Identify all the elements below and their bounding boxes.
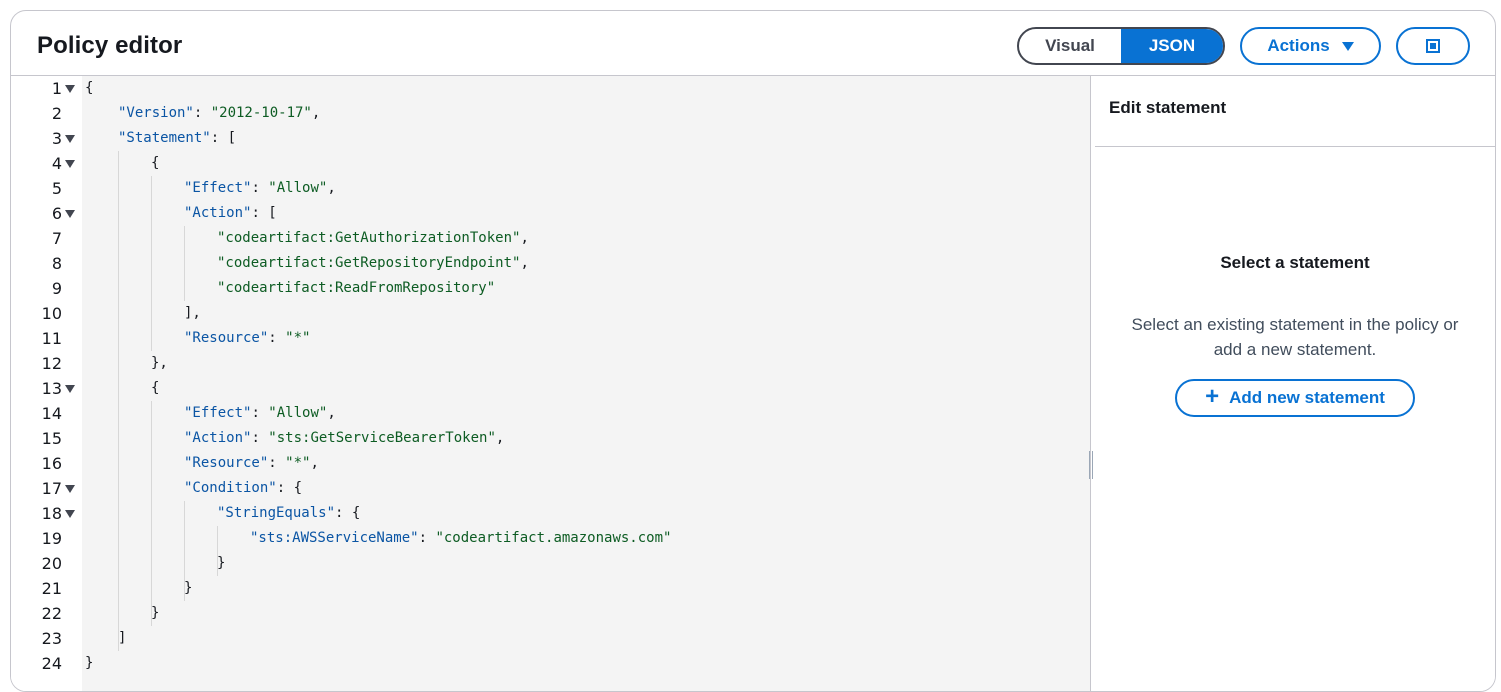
code-line: 15 "Action": "sts:GetServiceBearerToken"… (11, 426, 1090, 451)
line-number: 19 (41, 529, 62, 548)
line-number: 12 (41, 354, 62, 373)
line-number: 5 (51, 179, 62, 198)
code-text: "codeartifact:GetRepositoryEndpoint", (217, 255, 529, 271)
code-line: 12 }, (11, 351, 1090, 376)
panel-title: Edit statement (1109, 98, 1227, 117)
code-text: ], (184, 305, 201, 321)
code-line: 14 "Effect": "Allow", (11, 401, 1090, 426)
fold-toggle-icon[interactable] (65, 510, 75, 518)
code-line: 16 "Resource": "*", (11, 451, 1090, 476)
plus-icon: + (1205, 383, 1220, 410)
code-line: 24 } (11, 651, 1090, 676)
code-line: 9 "codeartifact:ReadFromRepository" (11, 276, 1090, 301)
code-line: 19 "sts:AWSServiceName": "codeartifact.a… (11, 526, 1090, 551)
fold-toggle-icon[interactable] (65, 85, 75, 93)
fullscreen-icon (1426, 39, 1440, 53)
code-line: 20 } (11, 551, 1090, 576)
caret-down-icon (1341, 41, 1354, 51)
code-text: "Version": "2012-10-17", (118, 105, 321, 121)
code-line: 5 "Effect": "Allow", (11, 176, 1090, 201)
code-text: }, (151, 355, 168, 371)
fold-toggle-icon[interactable] (65, 160, 75, 168)
policy-editor-container: Policy editor Visual JSON Actions 1 { 2 … (10, 10, 1496, 692)
code-text: "Resource": "*", (184, 455, 319, 471)
empty-state-description: Select an existing statement in the poli… (1131, 315, 1459, 359)
code-line: 1 { (11, 76, 1090, 101)
code-line: 8 "codeartifact:GetRepositoryEndpoint", (11, 251, 1090, 276)
code-line: 22 } (11, 601, 1090, 626)
fullscreen-button[interactable] (1396, 27, 1470, 65)
code-line: 10 ], (11, 301, 1090, 326)
line-number: 21 (41, 579, 62, 598)
editor-mode-toggle[interactable]: Visual JSON (1017, 27, 1225, 65)
code-text: "Action": [ (184, 205, 277, 221)
fold-toggle-icon[interactable] (65, 210, 75, 218)
code-text: "StringEquals": { (217, 505, 361, 521)
code-line: 6 "Action": [ (11, 201, 1090, 226)
add-new-statement-label: Add new statement (1229, 388, 1385, 407)
code-line: 13 { (11, 376, 1090, 401)
edit-statement-panel: Edit statement Select a statement Select… (1095, 76, 1495, 691)
code-text: "Effect": "Allow", (184, 405, 336, 421)
code-text: } (85, 655, 94, 671)
line-number: 8 (51, 254, 62, 273)
code-line: 11 "Resource": "*" (11, 326, 1090, 351)
fold-toggle-icon[interactable] (65, 135, 75, 143)
line-number: 15 (41, 429, 62, 448)
line-number: 14 (41, 404, 62, 423)
visual-mode-button[interactable]: Visual (1019, 29, 1121, 63)
code-text: "Statement": [ (118, 130, 237, 146)
code-text: { (151, 155, 160, 171)
code-line: 3 "Statement": [ (11, 126, 1090, 151)
code-text: "codeartifact:ReadFromRepository" (217, 280, 496, 296)
fold-toggle-icon[interactable] (65, 385, 75, 393)
json-code-editor[interactable]: 1 { 2 "Version": "2012-10-17", 3 "Statem… (11, 76, 1091, 691)
code-text: "Action": "sts:GetServiceBearerToken", (184, 430, 505, 446)
line-number: 4 (51, 154, 62, 173)
line-number: 3 (51, 129, 62, 148)
line-number: 1 (51, 79, 62, 98)
line-number: 18 (41, 504, 62, 523)
line-number: 24 (41, 654, 62, 673)
line-number: 20 (41, 554, 62, 573)
line-number: 11 (41, 329, 62, 348)
code-line: 21 } (11, 576, 1090, 601)
add-new-statement-button[interactable]: + Add new statement (1175, 379, 1415, 417)
empty-state-title: Select a statement (1220, 253, 1370, 272)
code-text: { (151, 380, 160, 396)
code-line: 7 "codeartifact:GetAuthorizationToken", (11, 226, 1090, 251)
panel-divider (1095, 146, 1495, 147)
code-text: "sts:AWSServiceName": "codeartifact.amaz… (250, 530, 672, 546)
actions-label: Actions (1267, 36, 1330, 55)
code-line: 17 "Condition": { (11, 476, 1090, 501)
code-text: ] (118, 630, 127, 646)
line-number: 16 (41, 454, 62, 473)
code-line: 2 "Version": "2012-10-17", (11, 101, 1090, 126)
panel-resize-handle[interactable] (1089, 451, 1093, 479)
code-line: 18 "StringEquals": { (11, 501, 1090, 526)
code-line: 4 { (11, 151, 1090, 176)
code-text: } (217, 555, 226, 571)
code-text: } (184, 580, 193, 596)
code-text: { (85, 80, 94, 96)
code-text: } (151, 605, 160, 621)
line-number: 13 (41, 379, 62, 398)
code-text: "Resource": "*" (184, 330, 311, 346)
json-mode-button[interactable]: JSON (1121, 29, 1223, 63)
line-number: 6 (51, 204, 62, 223)
line-number: 10 (41, 304, 62, 323)
line-number: 22 (41, 604, 62, 623)
page-title: Policy editor (37, 32, 183, 59)
line-number: 7 (51, 229, 62, 248)
line-number: 17 (41, 479, 62, 498)
code-text: "Effect": "Allow", (184, 180, 336, 196)
code-line: 23 ] (11, 626, 1090, 651)
line-number: 2 (51, 104, 62, 123)
code-text: "Condition": { (184, 480, 303, 496)
line-number: 23 (41, 629, 62, 648)
actions-dropdown-button[interactable]: Actions (1240, 27, 1381, 65)
code-text: "codeartifact:GetAuthorizationToken", (217, 230, 529, 246)
line-number: 9 (51, 279, 62, 298)
fold-toggle-icon[interactable] (65, 485, 75, 493)
